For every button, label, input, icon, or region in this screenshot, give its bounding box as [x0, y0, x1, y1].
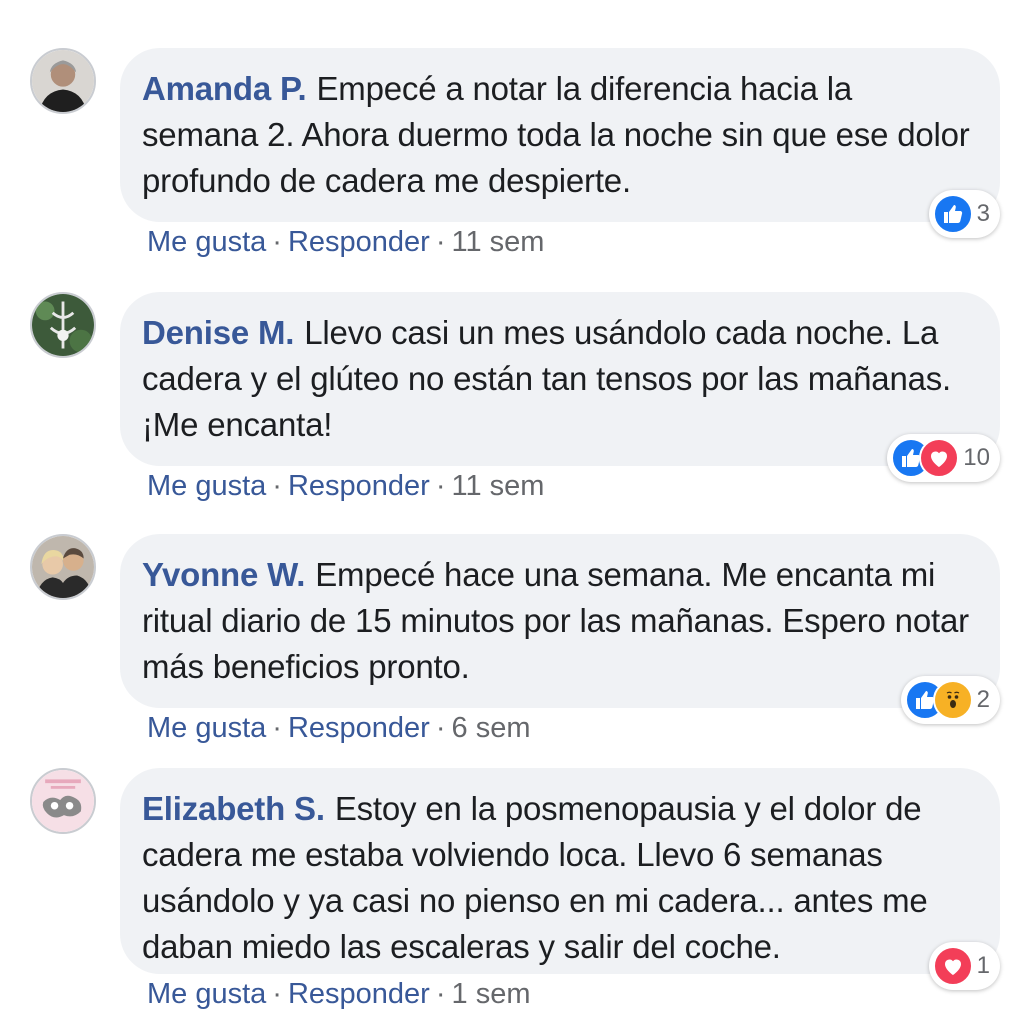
like-link[interactable]: Me gusta: [147, 978, 266, 1010]
comment-bubble: Elizabeth S. Estoy en la posmenopausia y …: [120, 768, 1000, 990]
love-reaction-icon: [919, 438, 960, 478]
comment-author[interactable]: Amanda P.: [142, 70, 307, 107]
comment-author[interactable]: Yvonne W.: [142, 556, 305, 593]
separator-dot: ·: [272, 978, 282, 1010]
reaction-count: 2: [976, 686, 990, 713]
reaction-summary[interactable]: 3: [928, 190, 1000, 238]
avatar-photo-icon: [32, 50, 94, 112]
reaction-count: 1: [976, 952, 990, 979]
like-link[interactable]: Me gusta: [147, 226, 266, 258]
avatar[interactable]: [30, 292, 96, 358]
avatar-photo-icon: [32, 294, 94, 356]
reply-link[interactable]: Responder: [288, 712, 430, 744]
separator-dot: ·: [435, 470, 446, 502]
comment-timestamp[interactable]: 6 sem: [452, 712, 531, 744]
reply-link[interactable]: Responder: [288, 226, 430, 258]
avatar[interactable]: [30, 48, 96, 114]
comment-timestamp[interactable]: 1 sem: [452, 978, 531, 1010]
avatar[interactable]: [30, 768, 96, 834]
comment-actions: Me gusta · Responder · 11 sem: [147, 470, 544, 503]
comment-author[interactable]: Elizabeth S.: [142, 790, 325, 827]
reply-link[interactable]: Responder: [288, 978, 430, 1010]
comment-body: Amanda P. Empecé a notar la diferencia ha…: [142, 66, 976, 204]
like-reaction-icon: [932, 194, 973, 234]
reaction-count: 3: [976, 200, 990, 227]
reaction-summary[interactable]: 2: [900, 676, 1000, 724]
reaction-count: 10: [963, 444, 990, 471]
separator-dot: ·: [272, 226, 282, 258]
comment-bubble: Denise M. Llevo casi un mes usándolo cada…: [120, 292, 1000, 482]
comment-timestamp[interactable]: 11 sem: [452, 226, 545, 258]
love-reaction-icon: [932, 946, 973, 986]
reply-link[interactable]: Responder: [288, 470, 430, 502]
avatar-photo-icon: [32, 770, 94, 832]
comment-list: Amanda P. Empecé a notar la diferencia ha…: [0, 0, 1024, 1024]
separator-dot: ·: [435, 226, 446, 258]
comment-actions: Me gusta · Responder · 11 sem: [147, 226, 544, 259]
comment-actions: Me gusta · Responder · 6 sem: [147, 712, 531, 745]
comment-bubble: Amanda P. Empecé a notar la diferencia ha…: [120, 48, 1000, 238]
reaction-summary[interactable]: 10: [887, 434, 1000, 482]
avatar-photo-icon: [32, 536, 94, 598]
comment-bubble: Yvonne W. Empecé hace una semana. Me enca…: [120, 534, 1000, 724]
separator-dot: ·: [435, 978, 446, 1010]
comment-body: Elizabeth S. Estoy en la posmenopausia y …: [142, 786, 976, 970]
reaction-summary[interactable]: 1: [928, 942, 1000, 990]
separator-dot: ·: [272, 712, 282, 744]
comment-body: Yvonne W. Empecé hace una semana. Me enca…: [142, 552, 976, 690]
comment-body: Denise M. Llevo casi un mes usándolo cada…: [142, 310, 976, 448]
like-link[interactable]: Me gusta: [147, 470, 266, 502]
separator-dot: ·: [272, 470, 282, 502]
comment-actions: Me gusta · Responder · 1 sem: [147, 978, 531, 1011]
wow-reaction-icon: [932, 680, 973, 720]
like-link[interactable]: Me gusta: [147, 712, 266, 744]
comment-timestamp[interactable]: 11 sem: [452, 470, 545, 502]
separator-dot: ·: [435, 712, 446, 744]
avatar[interactable]: [30, 534, 96, 600]
comment-author[interactable]: Denise M.: [142, 314, 294, 351]
